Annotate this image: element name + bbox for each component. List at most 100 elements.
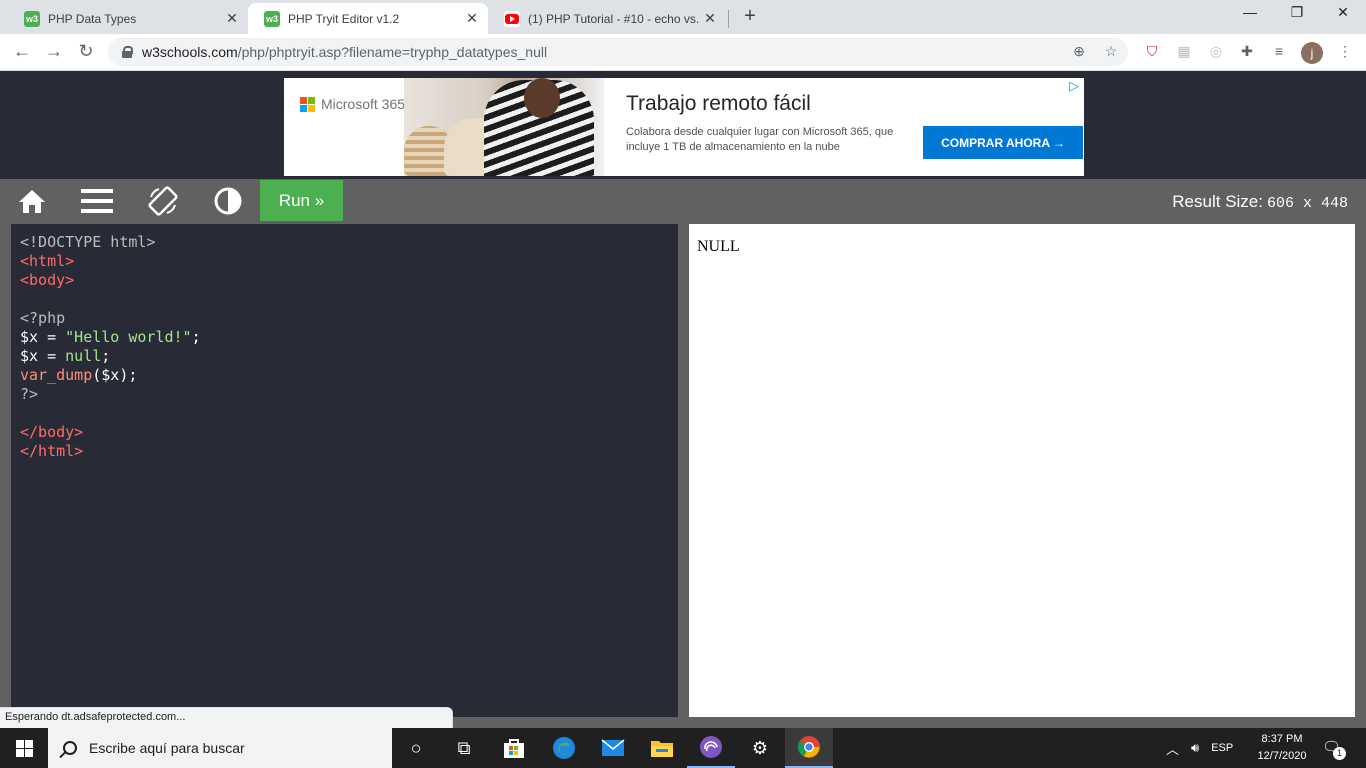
task-view-icon[interactable]: ⧉	[440, 728, 488, 768]
zoom-icon[interactable]: ⊕	[1070, 43, 1088, 61]
result-size-label: Result Size:	[1172, 192, 1263, 211]
ad-brand: Microsoft 365	[321, 96, 406, 112]
home-icon[interactable]	[10, 179, 54, 223]
result-output: NULL	[697, 238, 740, 255]
address-bar[interactable]: w3schools.com/php/phptryit.asp?filename=…	[108, 38, 1128, 66]
ad-cta-button[interactable]: COMPRAR AHORA →	[923, 126, 1083, 159]
code-token: =	[38, 347, 66, 365]
taskbar-clock[interactable]: 8:37 PM 12/7/2020	[1250, 731, 1314, 765]
code-token: </body>	[20, 423, 84, 441]
tab-title: (1) PHP Tutorial - #10 - echo vs. p	[528, 11, 700, 26]
media-queue-icon[interactable]: ≡	[1270, 43, 1288, 61]
mail-icon[interactable]	[589, 728, 637, 768]
extensions-puzzle-icon[interactable]: ✚	[1238, 43, 1256, 61]
url-path: /php/phptryit.asp?filename=tryphp_dataty…	[237, 44, 548, 60]
theme-contrast-icon[interactable]	[206, 179, 250, 223]
file-explorer-icon[interactable]	[638, 728, 686, 768]
close-tab-icon[interactable]: ✕	[462, 10, 482, 27]
restore-icon[interactable]: ❐	[1282, 4, 1312, 21]
ad-photo	[404, 78, 604, 176]
close-window-icon[interactable]: ✕	[1328, 4, 1358, 21]
code-token: <?php	[20, 309, 66, 327]
microsoft-store-icon[interactable]	[490, 728, 538, 768]
tab-title: PHP Tryit Editor v1.2	[288, 11, 400, 26]
ad-photo-head	[524, 78, 560, 118]
ad-body: Colabora desde cualquier lugar con Micro…	[626, 126, 894, 153]
edge-icon[interactable]	[540, 728, 588, 768]
taskbar-search-box[interactable]: Escribe aquí para buscar	[48, 728, 392, 768]
reload-icon[interactable]: ↻	[74, 41, 98, 62]
settings-gear-icon[interactable]: ⚙	[736, 728, 784, 768]
code-token: $x	[101, 366, 120, 384]
close-tab-icon[interactable]: ✕	[222, 10, 242, 27]
code-line: $x = "Hello world!";	[20, 328, 669, 347]
tab-separator	[728, 10, 729, 28]
forward-icon[interactable]: →	[42, 41, 66, 62]
clock-date: 12/7/2020	[1257, 750, 1307, 762]
close-tab-icon[interactable]: ✕	[700, 10, 720, 27]
notification-center-icon[interactable]: 🗨︎ 1	[1322, 738, 1346, 760]
run-button[interactable]: Run »	[260, 180, 343, 221]
new-tab-icon[interactable]: +	[738, 5, 762, 28]
code-token: null	[65, 347, 102, 365]
adchoices-icon[interactable]: ▷	[1064, 78, 1084, 94]
tab-title: PHP Data Types	[48, 11, 137, 26]
chrome-icon[interactable]	[785, 728, 833, 768]
status-bubble: Esperando dt.adsafeprotected.com...	[0, 707, 453, 728]
code-token: <body>	[20, 271, 75, 289]
profile-avatar[interactable]: j	[1301, 42, 1323, 64]
app-swirl-icon[interactable]	[687, 728, 735, 768]
code-token: );	[119, 366, 138, 384]
code-editor[interactable]: <!DOCTYPE html> <html> <body> <?php $x =…	[11, 224, 678, 717]
ad-banner[interactable]: Microsoft 365 Trabajo remoto fácil Colab…	[284, 78, 1084, 176]
extension-circle-icon[interactable]: ◎	[1207, 43, 1225, 61]
code-line: <?php	[20, 309, 669, 328]
w3schools-icon: w3	[264, 10, 280, 27]
ad-headline: Trabajo remoto fácil	[626, 92, 811, 115]
tab-youtube-php-tutorial[interactable]: (1) PHP Tutorial - #10 - echo vs. p ✕	[488, 3, 726, 34]
extension-shield-icon[interactable]: ⛉	[1143, 43, 1161, 61]
result-frame[interactable]: NULL	[689, 224, 1355, 717]
code-line: <body>	[20, 271, 669, 290]
cortana-icon[interactable]: ○	[392, 728, 440, 768]
w3schools-icon: w3	[24, 10, 40, 27]
code-line: </html>	[20, 442, 669, 461]
language-indicator[interactable]: ESP	[1211, 742, 1233, 754]
youtube-icon	[504, 10, 520, 27]
code-token: ;	[101, 347, 111, 365]
code-token: </html>	[20, 442, 84, 460]
code-token: <!DOCTYPE html>	[20, 233, 156, 251]
lock-icon	[122, 46, 133, 58]
editor-toolbar	[0, 179, 1366, 223]
tab-php-tryit-editor[interactable]: w3 PHP Tryit Editor v1.2 ✕	[248, 3, 488, 34]
minimize-icon[interactable]: —	[1235, 4, 1265, 20]
back-icon[interactable]: ←	[10, 41, 34, 62]
rotate-orientation-icon[interactable]	[141, 179, 185, 223]
menu-icon[interactable]	[75, 179, 119, 223]
code-token: ;	[191, 328, 201, 346]
code-token: <html>	[20, 252, 75, 270]
volume-icon[interactable]: 🔊︎	[1191, 740, 1199, 756]
code-token: $x	[20, 347, 39, 365]
code-token: ?>	[20, 385, 39, 403]
taskbar-search-placeholder: Escribe aquí para buscar	[89, 740, 245, 756]
code-token: =	[38, 328, 66, 346]
windows-logo-icon	[15, 739, 33, 757]
result-size-value: 606 x 448	[1266, 195, 1348, 212]
code-line: </body>	[20, 423, 669, 442]
code-line: var_dump($x);	[20, 366, 669, 385]
url-host: w3schools.com	[142, 44, 238, 60]
start-button[interactable]	[0, 728, 48, 768]
code-token: var_dump	[20, 366, 93, 384]
tab-php-data-types[interactable]: w3 PHP Data Types ✕	[8, 3, 248, 34]
browser-menu-icon[interactable]: ⋮	[1336, 43, 1354, 61]
code-line: ?>	[20, 385, 669, 404]
code-line: <html>	[20, 252, 669, 271]
search-icon	[63, 741, 77, 755]
code-line: $x = null;	[20, 347, 669, 366]
extension-grid-icon[interactable]: ▦	[1175, 43, 1193, 61]
show-hidden-icons-chevron-icon[interactable]: ︿	[1166, 739, 1179, 758]
bookmark-star-icon[interactable]: ☆	[1102, 43, 1120, 61]
